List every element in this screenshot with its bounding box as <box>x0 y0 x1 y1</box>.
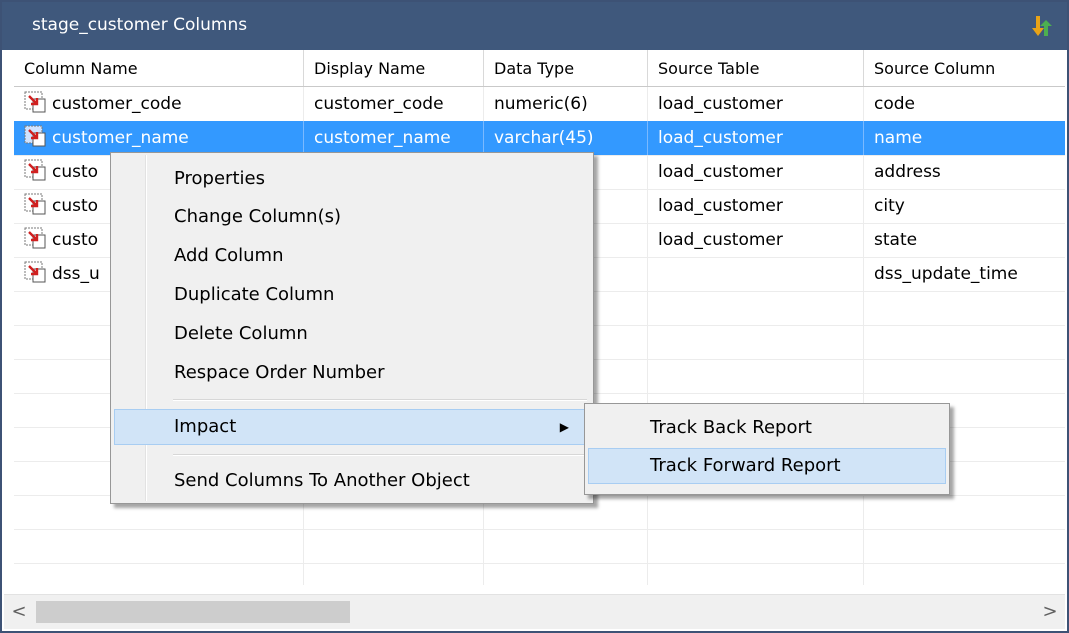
empty-cell <box>864 291 1065 325</box>
menu-item-send-columns[interactable]: Send Columns To Another Object <box>114 463 590 499</box>
scroll-right-arrow[interactable]: > <box>1035 595 1065 629</box>
window-title: stage_customer Columns <box>32 15 248 35</box>
empty-cell <box>484 529 648 563</box>
cell-source-column: city <box>874 196 905 216</box>
cell-data-type: numeric(6) <box>484 87 648 121</box>
header-column-name[interactable]: Column Name <box>14 50 304 86</box>
empty-row <box>14 563 1065 585</box>
cell-source-column: address <box>874 162 941 182</box>
menu-item-impact[interactable]: Impact ▶ <box>114 409 590 445</box>
cell-source-table <box>648 257 864 291</box>
empty-cell <box>304 529 484 563</box>
table-row[interactable]: customer_code customer_code numeric(6) load… <box>14 87 1065 122</box>
column-icon <box>24 159 46 181</box>
menu-item-properties[interactable]: Properties <box>114 161 590 197</box>
empty-cell <box>648 359 864 393</box>
empty-cell <box>304 563 484 585</box>
cell-display-name: customer_code <box>304 87 484 121</box>
context-menu: Properties Change Column(s) Add Column D… <box>110 152 594 504</box>
column-name-text: custo <box>52 196 99 216</box>
menu-item-track-back-report[interactable]: Track Back Report <box>588 410 946 446</box>
column-name-text: customer_name <box>52 128 189 148</box>
empty-cell <box>864 529 1065 563</box>
cell-source-column: state <box>874 230 918 250</box>
horizontal-scrollbar[interactable]: < > <box>4 594 1065 629</box>
column-name-text: custo <box>52 162 99 182</box>
cell-source-column: code <box>874 94 915 114</box>
empty-cell <box>14 529 304 563</box>
empty-cell <box>864 495 1065 529</box>
empty-cell <box>864 359 1065 393</box>
scroll-left-arrow[interactable]: < <box>4 595 34 629</box>
cell-source-column: name <box>874 128 923 148</box>
empty-cell <box>648 291 864 325</box>
cell-source-column: dss_update_time <box>874 264 1018 284</box>
cell-source-table: load_customer <box>648 189 864 223</box>
empty-cell <box>864 325 1065 359</box>
menu-item-delete-column[interactable]: Delete Column <box>114 316 590 352</box>
column-name-text: customer_code <box>52 94 182 114</box>
menu-item-respace-order[interactable]: Respace Order Number <box>114 355 590 391</box>
column-name-text: custo <box>52 230 99 250</box>
cell-column-name: customer_code <box>14 87 304 121</box>
column-name-text: dss_u <box>52 264 100 284</box>
empty-cell <box>648 495 864 529</box>
menu-item-duplicate-column[interactable]: Duplicate Column <box>114 277 590 313</box>
header-display-name[interactable]: Display Name <box>304 50 484 86</box>
empty-cell <box>484 563 648 585</box>
menu-separator <box>173 399 587 401</box>
cell-source-table: load_customer <box>648 223 864 257</box>
header-source-column[interactable]: Source Column <box>864 50 1065 86</box>
table-row[interactable]: customer_name customer_name varchar(45) loa… <box>14 121 1065 156</box>
cell-column-name: customer_name <box>14 121 304 155</box>
grid-header: Column Name Display Name Data Type Sourc… <box>14 50 1065 87</box>
cell-data-type: varchar(45) <box>484 121 648 155</box>
scroll-thumb[interactable] <box>36 601 350 623</box>
cell-source-table: load_customer <box>648 87 864 121</box>
column-icon <box>24 227 46 249</box>
cell-display-name: customer_name <box>304 121 484 155</box>
menu-item-change-columns[interactable]: Change Column(s) <box>114 199 590 235</box>
column-icon <box>24 261 46 283</box>
cell-source-table: load_customer <box>648 155 864 189</box>
header-data-type[interactable]: Data Type <box>484 50 648 86</box>
menu-separator <box>173 454 587 456</box>
menu-item-track-forward-report[interactable]: Track Forward Report <box>588 448 946 484</box>
menu-item-impact-label: Impact <box>174 416 237 437</box>
submenu-arrow-icon: ▶ <box>559 420 569 434</box>
empty-cell <box>14 563 304 585</box>
column-icon <box>24 125 46 147</box>
column-icon <box>24 91 46 113</box>
menu-item-add-column[interactable]: Add Column <box>114 238 590 274</box>
impact-submenu: Track Back Report Track Forward Report <box>584 403 950 495</box>
empty-cell <box>648 529 864 563</box>
empty-cell <box>864 563 1065 585</box>
arrows-icon[interactable] <box>1031 14 1053 38</box>
empty-cell <box>648 325 864 359</box>
empty-row <box>14 529 1065 564</box>
empty-cell <box>648 563 864 585</box>
title-bar[interactable]: stage_customer Columns <box>2 2 1067 50</box>
header-source-table[interactable]: Source Table <box>648 50 864 86</box>
column-icon <box>24 193 46 215</box>
cell-source-table: load_customer <box>648 121 864 155</box>
